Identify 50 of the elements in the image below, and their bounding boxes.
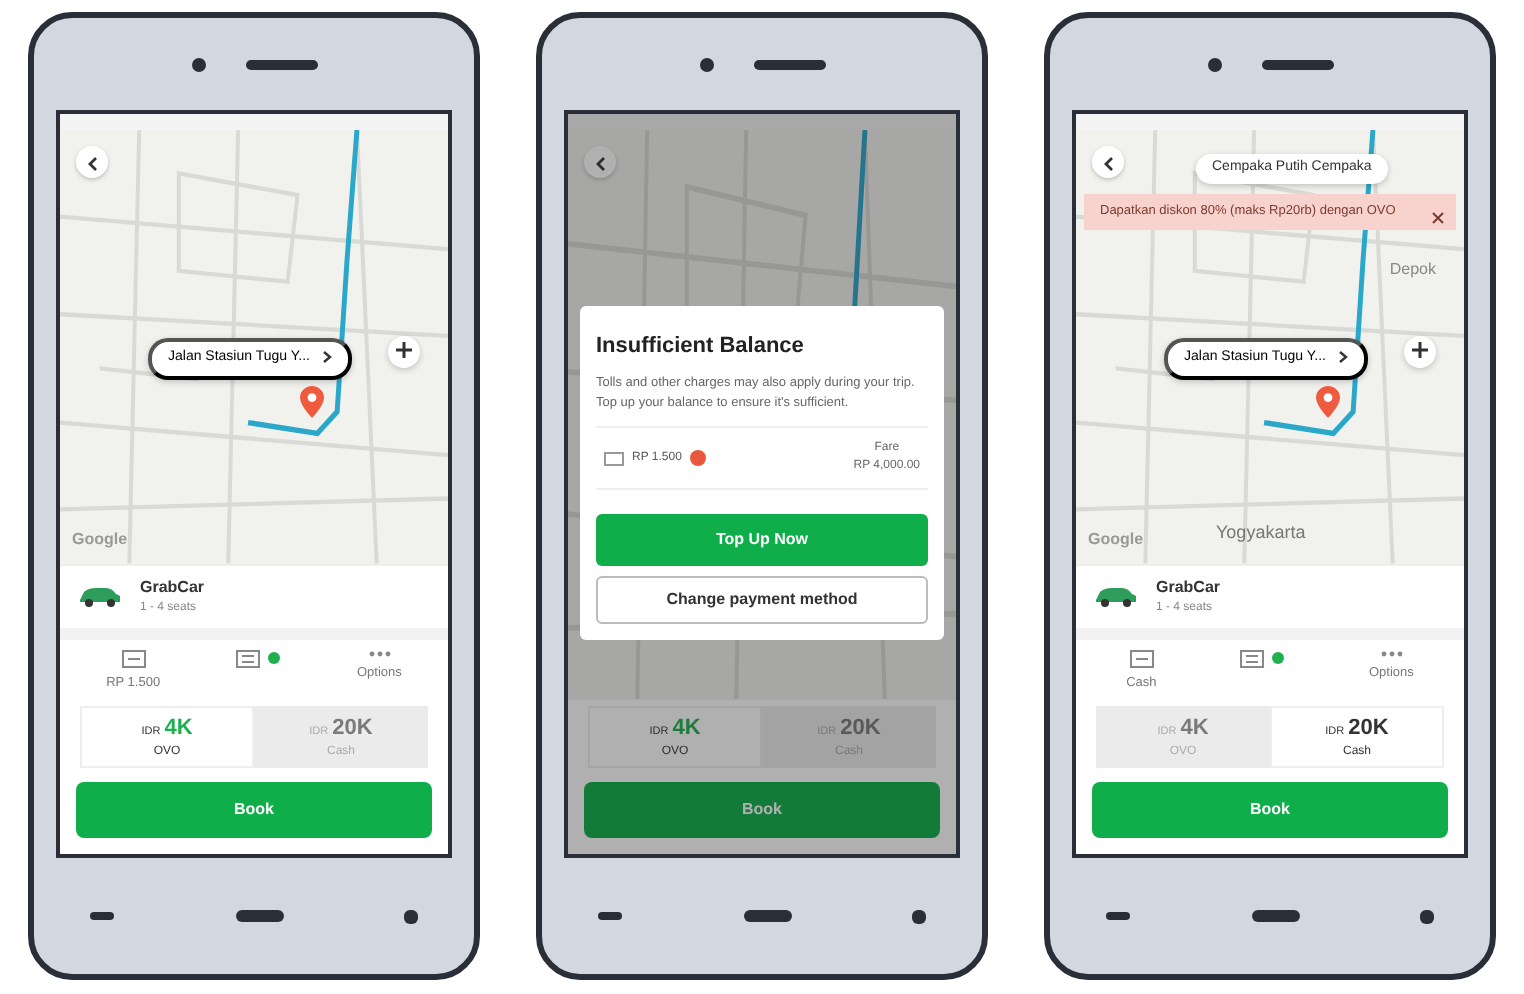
chevron-icon: [1337, 349, 1348, 364]
menu-key: [912, 909, 926, 923]
car-icon: [76, 584, 124, 609]
card-icon: [121, 649, 146, 668]
back-key: [598, 912, 622, 920]
ride-name: GrabCar: [140, 575, 205, 600]
close-button[interactable]: [1432, 210, 1444, 226]
close-icon: [1432, 211, 1444, 224]
menu-key: [404, 909, 418, 923]
map-place-label: Depok: [1389, 258, 1436, 282]
phone-camera: [699, 57, 713, 71]
map-logo: Google: [1088, 527, 1144, 552]
phone-speaker: [1261, 59, 1333, 69]
map-place-label: Yogyakarta: [1216, 520, 1306, 547]
book-button[interactable]: Book: [76, 782, 432, 838]
back-icon: [594, 155, 606, 172]
back-key: [1106, 912, 1130, 920]
more-icon: [367, 649, 392, 658]
home-key: [743, 910, 791, 922]
book-button[interactable]: Book: [1092, 782, 1448, 838]
check-icon: [1272, 652, 1285, 665]
voucher-icon: [236, 649, 261, 668]
voucher-icon: [1240, 649, 1265, 668]
more-icon: [1379, 649, 1404, 658]
book-button[interactable]: Book: [584, 782, 940, 838]
back-icon: [1102, 155, 1114, 172]
top-up-button[interactable]: Top Up Now: [596, 514, 928, 567]
home-key: [1251, 910, 1299, 922]
dialog-title: Insufficient Balance: [596, 332, 806, 362]
card-icon: [604, 451, 624, 466]
check-icon: [268, 652, 281, 665]
home-key: [235, 910, 283, 922]
warning-icon: [689, 450, 706, 467]
map-pin-icon: [1316, 386, 1340, 418]
back-icon: [86, 155, 98, 172]
plus-icon: [396, 341, 412, 358]
menu-key: [1420, 909, 1434, 923]
phone-speaker: [245, 59, 317, 69]
change-payment-button[interactable]: Change payment method: [596, 576, 928, 625]
plus-icon: [1412, 341, 1428, 358]
phone-speaker: [753, 59, 825, 69]
car-icon: [1092, 584, 1140, 609]
phone-camera: [191, 57, 205, 71]
card-icon: [1129, 649, 1154, 668]
back-key: [90, 912, 114, 920]
phone-camera: [1207, 57, 1221, 71]
chevron-icon: [321, 349, 332, 364]
map-pin-icon: [300, 386, 324, 418]
ride-name: GrabCar: [1156, 575, 1221, 600]
map-logo: Google: [72, 527, 128, 552]
